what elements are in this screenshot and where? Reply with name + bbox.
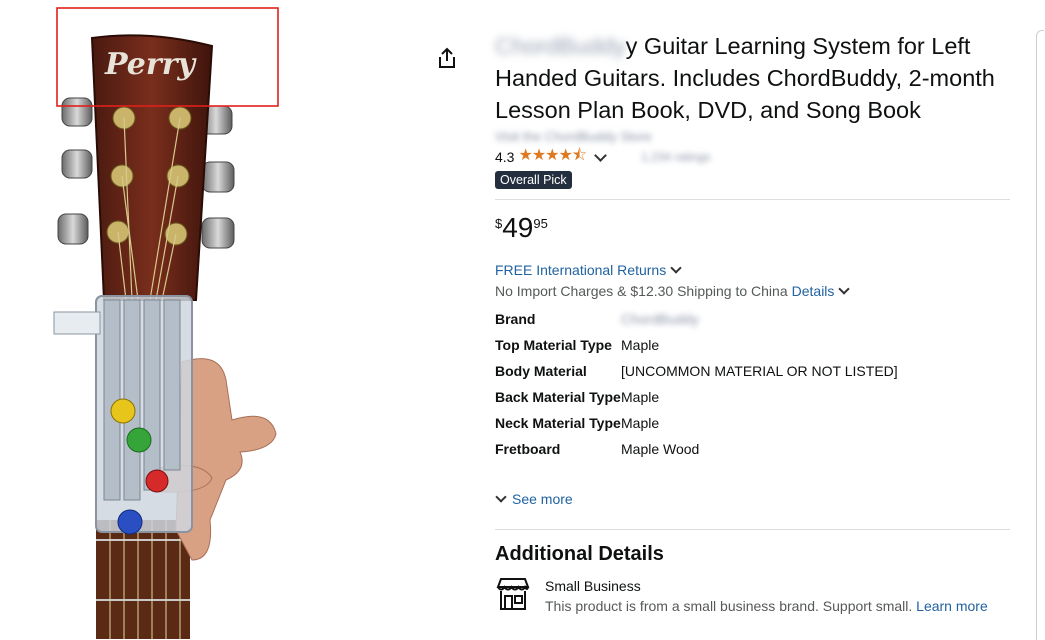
spec-key: Brand	[495, 311, 536, 327]
product-brand-blurred: ChordBuddy	[495, 33, 626, 59]
share-icon	[439, 47, 455, 68]
product-details: ChordBuddyy Guitar Learning System for L…	[495, 30, 1010, 499]
spec-row: Back Material Type Maple	[495, 387, 1010, 407]
chevron-down-icon[interactable]	[594, 149, 607, 162]
storefront-icon	[496, 578, 530, 610]
spec-key: Fretboard	[495, 441, 561, 457]
spec-value: ChordBuddy	[621, 311, 699, 327]
price-symbol: $	[495, 216, 503, 231]
spec-value: Maple	[621, 415, 660, 431]
share-button[interactable]	[436, 46, 458, 70]
spec-row: Fretboard Maple Wood	[495, 439, 1010, 459]
spec-row: Top Material Type Maple	[495, 335, 1010, 355]
spec-key: Back Material Type	[495, 389, 621, 405]
chevron-down-icon	[670, 262, 682, 274]
rating-row: 4.3 ★★★★⯪ 1,234 ratings	[495, 147, 1010, 167]
scrollbar[interactable]	[1036, 30, 1044, 640]
see-more-link[interactable]: See more	[495, 490, 573, 507]
spec-value: [UNCOMMON MATERIAL OR NOT LISTED]	[621, 363, 898, 379]
product-title: ChordBuddyy Guitar Learning System for L…	[495, 30, 1010, 126]
ratings-count[interactable]: 1,234 ratings	[641, 150, 710, 164]
divider	[495, 199, 1010, 200]
headstock-logo: Perry	[104, 47, 197, 82]
price-whole: 49	[502, 212, 534, 243]
rating-value: 4.3	[495, 149, 515, 165]
spec-key: Neck Material Type	[495, 415, 621, 431]
shipping-text: No Import Charges & $12.30 Shipping to C…	[495, 283, 788, 299]
price-fraction: 95	[533, 216, 548, 231]
learn-more-link[interactable]: Learn more	[916, 598, 988, 614]
shipping-info: No Import Charges & $12.30 Shipping to C…	[495, 283, 1010, 299]
chevron-down-icon[interactable]	[838, 283, 851, 295]
divider	[495, 529, 1010, 530]
small-business-description: This product is from a small business br…	[545, 595, 988, 617]
overall-pick-badge[interactable]: Overall Pick	[495, 171, 572, 189]
spec-key: Top Material Type	[495, 337, 612, 353]
product-specs: Brand ChordBuddy Top Material Type Maple…	[495, 309, 1010, 499]
small-business-info: Small Business This product is from a sm…	[495, 577, 988, 617]
price: $ 49 95	[495, 212, 1010, 246]
small-business-text: Small Business This product is from a sm…	[545, 577, 988, 617]
spec-value: Maple	[621, 337, 660, 353]
returns-link[interactable]: FREE International Returns	[495, 262, 1010, 278]
see-more-label: See more	[512, 491, 573, 507]
spec-row: Neck Material Type Maple	[495, 413, 1010, 433]
product-image[interactable]: Perry	[0, 0, 440, 639]
small-business-desc-text: This product is from a small business br…	[545, 598, 913, 614]
spec-row: Brand ChordBuddy	[495, 309, 1010, 329]
star-rating-icon[interactable]: ★★★★⯪	[518, 144, 587, 171]
guitar-chordbuddy-image: Perry	[53, 7, 279, 639]
returns-label: FREE International Returns	[495, 262, 667, 278]
spec-value: Maple Wood	[621, 441, 700, 457]
additional-details-heading: Additional Details	[495, 543, 664, 565]
spec-row: Body Material [UNCOMMON MATERIAL OR NOT …	[495, 361, 1010, 381]
chevron-down-icon	[495, 490, 507, 503]
details-link[interactable]: Details	[792, 283, 835, 299]
spec-key: Body Material	[495, 363, 587, 379]
store-link[interactable]: Visit the ChordBuddy Store	[495, 129, 1010, 145]
small-business-label: Small Business	[545, 578, 641, 594]
spec-value: Maple	[621, 389, 660, 405]
